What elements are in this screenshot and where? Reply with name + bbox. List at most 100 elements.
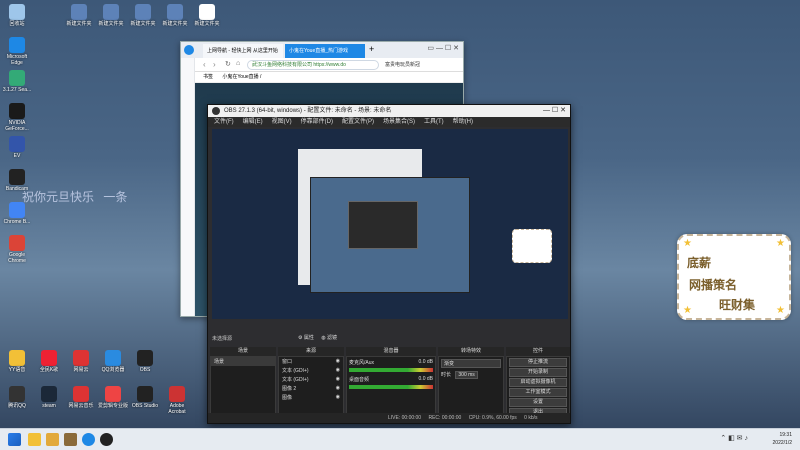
control-button[interactable]: 工作室模式	[509, 388, 567, 397]
desktop-icon[interactable]: 3.1.27 Sea...	[2, 70, 32, 93]
desktop-icon[interactable]: Bandicam	[2, 169, 32, 192]
control-button[interactable]: 设置	[509, 398, 567, 407]
scenes-dock[interactable]: 场景	[210, 356, 276, 416]
obs-menubar: 文件(F) 编辑(E) 视图(V) 停靠部件(D) 配置文件(P) 场景集合(S) 工具(T…	[208, 117, 570, 127]
tray-icons[interactable]: ⌃ ◧ ✉ ♪	[720, 434, 748, 442]
desktop-icon[interactable]: EV	[2, 136, 32, 159]
tab-active[interactable]: 小鬼在Youe直播_热门游戏	[285, 44, 365, 58]
app-icon[interactable]	[64, 433, 77, 446]
address-bar[interactable]: 武汉斗鱼网络科技有限公司 https://www.do	[247, 60, 379, 70]
app-icon	[9, 103, 25, 119]
desktop-icon[interactable]: Adobe Acrobat	[162, 386, 192, 415]
obs-menu-item[interactable]: 停靠部件(D)	[301, 119, 333, 125]
mixer-channel[interactable]: 麦克风/Aux 0.0 dB	[347, 357, 435, 374]
controls-dock[interactable]: 停止推流 开始录制 启动虚拟摄像机 工作室模式 设置 退出	[506, 356, 570, 417]
obs-menu-item[interactable]: 视图(V)	[272, 119, 292, 125]
volume-meter[interactable]	[349, 385, 433, 389]
desktop-icon[interactable]: 新建文件夹	[64, 4, 94, 27]
desktop-icon[interactable]: 回收站	[2, 4, 32, 27]
app-icon	[9, 235, 25, 251]
props-button[interactable]: 属性	[304, 335, 314, 341]
overlay-text: 祝你元旦快乐 一条	[22, 188, 127, 205]
overlay-line-1: 祝你元旦快乐	[22, 190, 95, 204]
clock[interactable]: 19:31 2022/1/2	[773, 431, 792, 447]
eye-icon[interactable]: ◉	[336, 394, 340, 401]
duration-input[interactable]: 300 ms	[455, 371, 478, 379]
source-item[interactable]: 窗口 ◉	[279, 357, 343, 366]
obs-title: OBS 27.1.3 (64-bit, windows) - 配置文件: 未命名…	[224, 108, 392, 114]
control-button[interactable]: 启动虚拟摄像机	[509, 378, 567, 387]
bookmark-item[interactable]: 书签	[203, 74, 213, 80]
folder-icon[interactable]	[46, 433, 59, 446]
obs-menu-item[interactable]: 工具(T)	[424, 119, 444, 125]
obs-preview[interactable]	[212, 129, 568, 319]
forward-icon[interactable]: ›	[213, 60, 216, 69]
desktop-icon[interactable]: 新建文件夹	[128, 4, 158, 27]
scene-item[interactable]: 场景	[211, 357, 275, 366]
desktop-icon[interactable]: 新建文件夹	[160, 4, 190, 27]
desktop-icon-label: 3.1.27 Sea...	[2, 87, 32, 93]
desktop-icon[interactable]: 爱剪辑专业版	[98, 386, 128, 409]
obs-menu-item[interactable]: 配置文件(P)	[342, 119, 374, 125]
desktop-icon[interactable]: 腾讯QQ	[2, 386, 32, 409]
desktop-icon[interactable]: Chrome B...	[2, 202, 32, 225]
source-item[interactable]: 文本 (GDI+) ◉	[279, 366, 343, 375]
tab-nav[interactable]: 上网导航 - 轻快上网 从这里开始	[203, 44, 283, 58]
obs-menu-item[interactable]: 文件(F)	[214, 119, 234, 125]
volume-meter[interactable]	[349, 368, 433, 372]
desktop-icon-label: 全民K歌	[39, 367, 59, 373]
app-icon	[9, 386, 25, 402]
start-icon[interactable]	[8, 433, 21, 446]
desktop-icon[interactable]: 全民K歌	[34, 350, 64, 373]
app-icon	[137, 386, 153, 402]
new-tab-button[interactable]: +	[369, 44, 374, 54]
source-item[interactable]: 文本 (GDI+) ◉	[279, 375, 343, 384]
desktop-icon[interactable]: 新建文件夹	[96, 4, 126, 27]
file-explorer-icon[interactable]	[28, 433, 41, 446]
mixer-dock[interactable]: 麦克风/Aux 0.0 dB 桌面音频 0.0 dB	[346, 356, 436, 416]
desktop-icon[interactable]: steam	[34, 386, 64, 409]
obs-menu-item[interactable]: 帮助(H)	[453, 119, 473, 125]
desktop-icon[interactable]: NVIDIA GeForce...	[2, 103, 32, 132]
obs-window[interactable]: OBS 27.1.3 (64-bit, windows) - 配置文件: 未命名…	[207, 104, 571, 424]
clock-date: 2022/1/2	[772, 440, 792, 446]
browser-taskbar-icon[interactable]	[82, 433, 95, 446]
desktop-icon[interactable]: Google Chrome	[2, 235, 32, 264]
eye-icon[interactable]: ◉	[336, 358, 340, 365]
mixer-channel[interactable]: 桌面音频 0.0 dB	[347, 374, 435, 391]
source-item[interactable]: 图像 2 ◉	[279, 384, 343, 393]
eye-icon[interactable]: ◉	[336, 385, 340, 392]
obs-window-controls[interactable]: — ☐ ✕	[543, 105, 566, 117]
desktop-icon[interactable]: Microsoft Edge	[2, 37, 32, 66]
source-item[interactable]: 图像 ◉	[279, 393, 343, 402]
app-icon	[103, 4, 119, 20]
desktop-icon[interactable]: OBS	[130, 350, 160, 373]
filters-button[interactable]: 滤镜	[327, 335, 337, 341]
desktop-icon[interactable]: 网易云音乐	[66, 386, 96, 409]
control-button[interactable]: 停止推流	[509, 358, 567, 367]
address-right[interactable]: 富贵电玩员新冠	[385, 61, 420, 68]
eye-icon[interactable]: ◉	[336, 376, 340, 383]
back-icon[interactable]: ‹	[203, 60, 206, 69]
transitions-dock[interactable]: 渐变 时长 300 ms	[438, 356, 504, 416]
desktop-icon[interactable]: OBS Studio	[130, 386, 160, 409]
home-icon[interactable]: ⌂	[236, 60, 240, 67]
desktop-icon[interactable]: 新建文件夹	[192, 4, 222, 27]
control-button[interactable]: 开始录制	[509, 368, 567, 377]
transition-select[interactable]: 渐变	[441, 359, 501, 368]
app-icon	[9, 37, 25, 53]
window-controls[interactable]: ▭ — ☐ ✕	[427, 44, 459, 52]
eye-icon[interactable]: ◉	[336, 367, 340, 374]
bookmark-item[interactable]: 小鬼在Youe直播 /	[222, 74, 261, 80]
obs-menu-item[interactable]: 编辑(E)	[243, 119, 263, 125]
browser-sidebar	[181, 58, 195, 316]
desktop-icon[interactable]: YY语音	[2, 350, 32, 373]
obs-taskbar-icon[interactable]	[100, 433, 113, 446]
star-icon: ★	[683, 238, 692, 249]
desktop-icon[interactable]: QQ浏览器	[98, 350, 128, 373]
desktop-icon[interactable]: 网易云	[66, 350, 96, 373]
refresh-icon[interactable]: ↻	[225, 60, 231, 68]
browser-toolbar: ‹ › ↻ ⌂ 武汉斗鱼网络科技有限公司 https://www.do 富贵电玩…	[181, 58, 463, 72]
obs-menu-item[interactable]: 场景集合(S)	[383, 119, 415, 125]
sources-dock[interactable]: 窗口 ◉ 文本 (GDI+) ◉ 文本 (GDI+) ◉ 图像 2 ◉ 图像 ◉	[278, 356, 344, 416]
